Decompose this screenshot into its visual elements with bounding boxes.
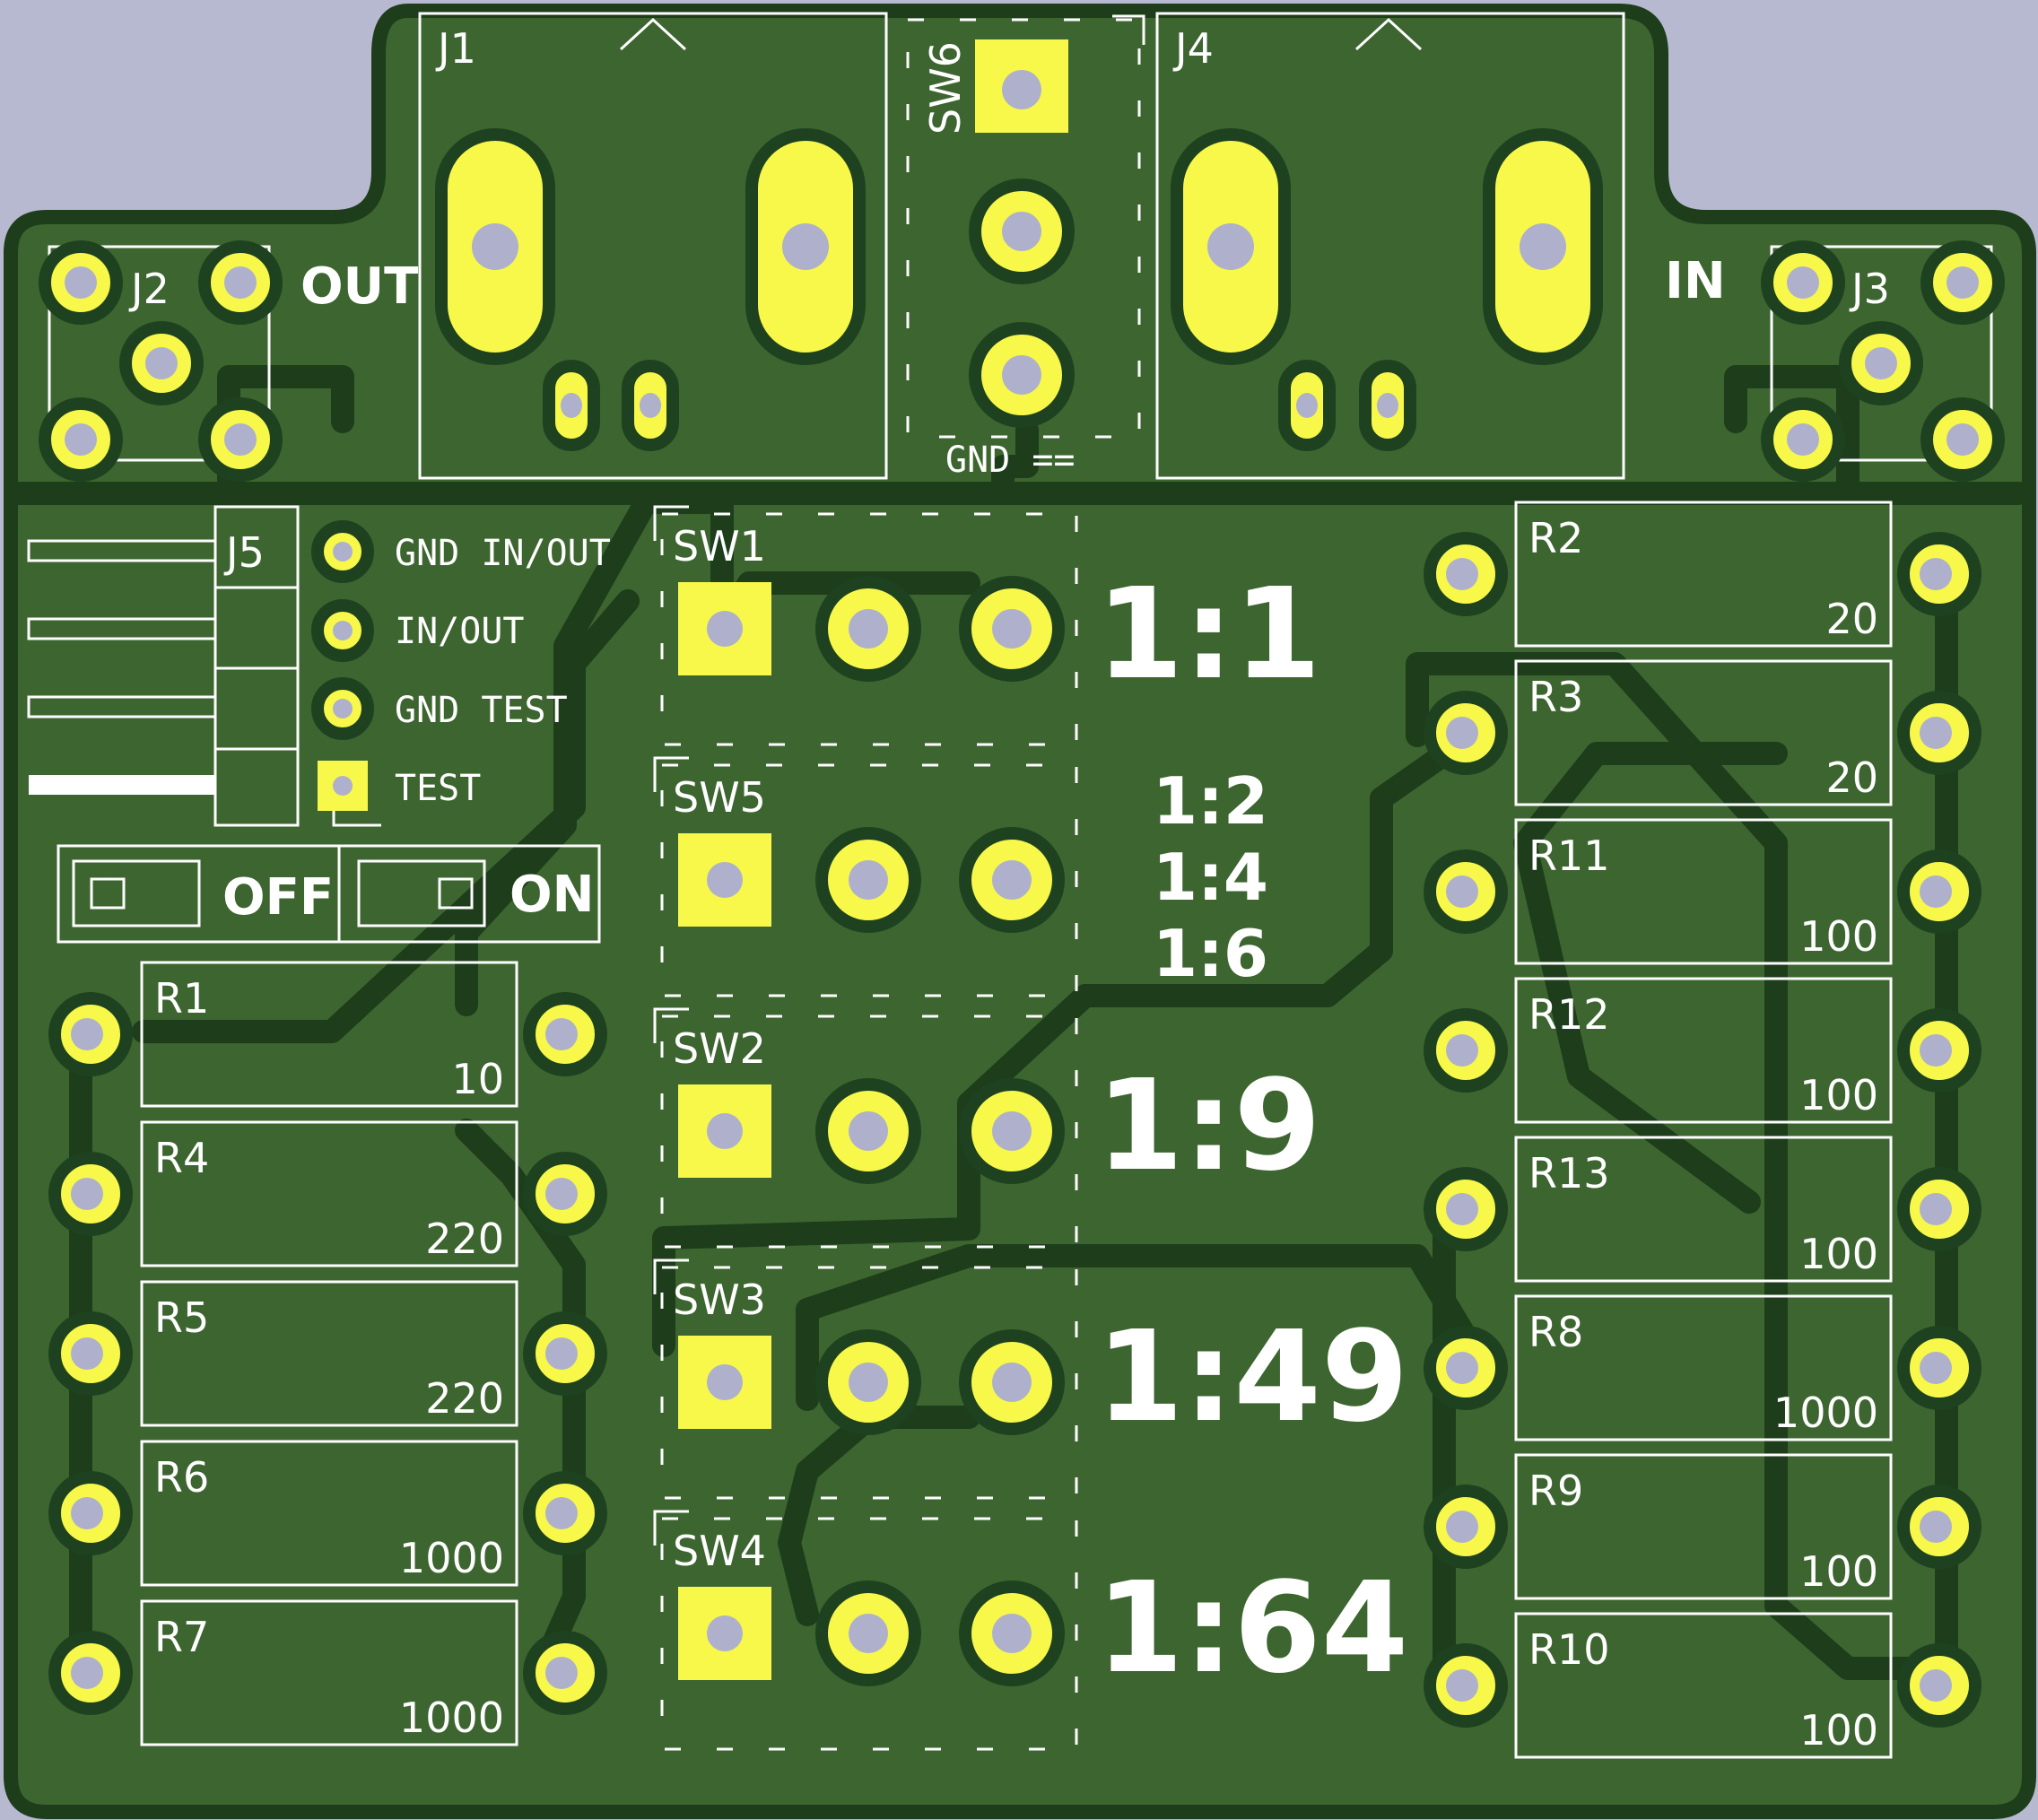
r6-ref: R6 [154,1453,209,1502]
r2-ref: R2 [1528,514,1583,562]
r6-value: 1000 [399,1534,504,1582]
r4-value: 220 [425,1215,504,1263]
j5-label: J5 [223,528,265,577]
j3-label: J3 [1849,265,1890,313]
r9-ref: R9 [1528,1467,1583,1515]
sw6-label: SW6 [921,41,970,135]
j2-label: J2 [128,265,170,313]
ratio-1-1: 1:1 [1096,562,1321,708]
r9-value: 100 [1799,1547,1878,1596]
ratio-1-6: 1:6 [1153,916,1268,991]
r3-ref: R3 [1528,673,1583,721]
r7-value: 1000 [399,1694,504,1742]
r10-ref: R10 [1528,1625,1610,1674]
pcb-render: J1 J4 J2 J3 J5 OUT IN SW6 GND == GND IN/… [4,4,2036,1819]
sw6-pads [969,39,1075,428]
r13-value: 100 [1799,1230,1878,1278]
ratio-1-64: 1:64 [1096,1555,1408,1702]
r7-ref: R7 [154,1613,209,1661]
sw4-label: SW4 [673,1527,766,1575]
j1-label: J1 [435,24,476,73]
r1-value: 10 [451,1055,504,1103]
r11-ref: R11 [1528,832,1610,880]
r1-ref: R1 [154,974,209,1023]
r2-value: 20 [1825,595,1878,643]
sw2-label: SW2 [673,1024,766,1073]
r5-value: 220 [425,1374,504,1423]
j5-pin-1-label: GND IN/OUT [395,533,611,574]
r13-ref: R13 [1528,1149,1610,1197]
j5-pin-4-label: TEST [395,768,481,809]
ratio-1-2: 1:2 [1153,763,1268,839]
sw1-label: SW1 [673,522,766,570]
on-label: ON [510,866,594,924]
r10-value: 100 [1799,1706,1878,1755]
j5-pin-3-label: GND TEST [395,690,568,731]
r4-ref: R4 [154,1134,209,1182]
ratio-1-49: 1:49 [1096,1304,1408,1450]
in-label: IN [1665,252,1726,310]
j5-pin-2-label: IN/OUT [395,611,525,652]
ratio-1-9: 1:9 [1096,1053,1321,1199]
r12-value: 100 [1799,1071,1878,1119]
sw3-label: SW3 [673,1276,766,1324]
ratio-1-4: 1:4 [1153,840,1268,915]
sw5-label: SW5 [673,773,766,822]
r12-ref: R12 [1528,990,1610,1039]
r11-value: 100 [1799,912,1878,961]
r5-ref: R5 [154,1293,209,1342]
gnd-label: GND == [945,440,1076,481]
r3-value: 20 [1825,753,1878,802]
r8-ref: R8 [1528,1308,1583,1356]
r8-value: 1000 [1773,1389,1878,1437]
off-label: OFF [222,868,334,927]
j4-label: J4 [1172,24,1214,73]
out-label: OUT [300,257,418,316]
